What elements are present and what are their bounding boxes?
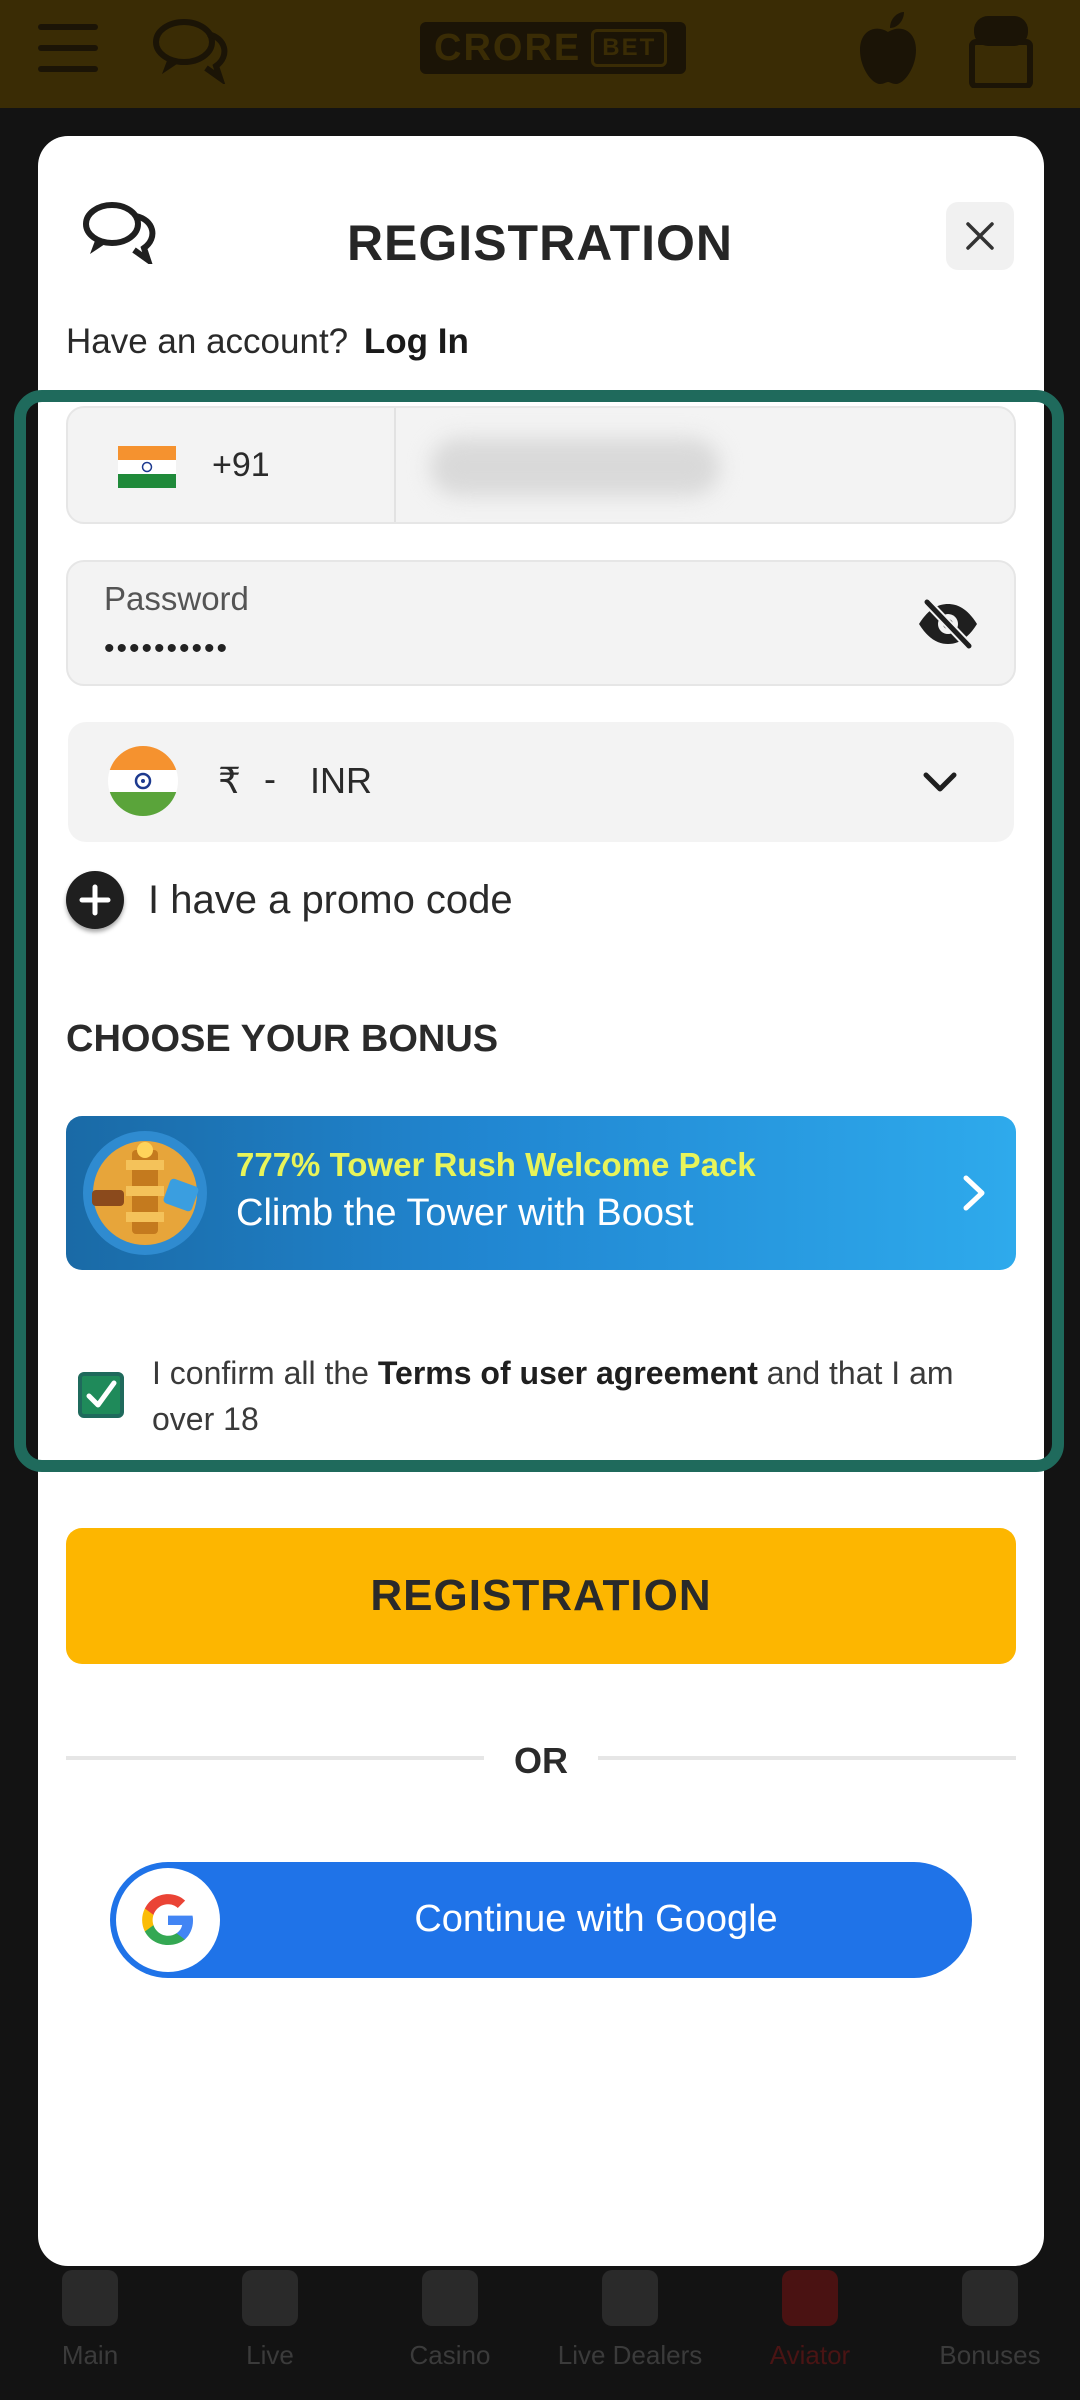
bonus-subtitle: Climb the Tower with Boost (236, 1192, 694, 1234)
currency-separator: - (264, 758, 276, 799)
promo-code-label: I have a promo code (148, 877, 513, 922)
page: CRORE BET Main Live Casino Live Dealers … (0, 0, 1080, 2400)
modal-title: REGISTRATION (346, 215, 734, 271)
phone-field: +91 (66, 406, 1016, 524)
nav-item-live[interactable]: Live (190, 2260, 350, 2371)
bonus-heading: CHOOSE YOUR BONUS (66, 1018, 499, 1060)
phone-divider (394, 408, 396, 522)
nav-item-aviator[interactable]: Aviator (730, 2260, 890, 2371)
currency-symbol: ₹ (218, 760, 241, 801)
live-icon (242, 2270, 298, 2326)
currency-select[interactable]: ₹ - INR (68, 722, 1014, 842)
plus-icon (66, 871, 124, 929)
menu-icon[interactable] (38, 24, 98, 72)
close-button[interactable] (946, 202, 1014, 270)
bonus-title: 777% Tower Rush Welcome Pack (236, 1146, 756, 1183)
india-flag-icon[interactable] (118, 446, 176, 488)
india-flag-icon (108, 746, 178, 816)
terms-prefix: I confirm all the (152, 1355, 378, 1391)
nav-label: Live (246, 2340, 294, 2370)
logo-tag: BET (591, 29, 668, 67)
checkmark-icon (86, 1380, 117, 1408)
toggle-password-visibility-button[interactable] (908, 592, 988, 656)
currency-code: INR (310, 760, 372, 801)
bottom-nav: Main Live Casino Live Dealers Aviator Bo… (0, 2260, 1080, 2400)
phone-input[interactable] (428, 432, 732, 498)
plane-icon (782, 2270, 838, 2326)
android-icon[interactable] (966, 12, 1036, 89)
nav-item-live-dealers[interactable]: Live Dealers (550, 2260, 710, 2371)
nav-label: Casino (409, 2340, 491, 2370)
terms-checkbox[interactable] (78, 1372, 124, 1418)
gift-icon (962, 2270, 1018, 2326)
divider-right (598, 1756, 1016, 1760)
eye-off-icon (919, 598, 977, 650)
apple-icon[interactable] (856, 10, 920, 86)
google-button-label: Continue with Google (414, 1898, 778, 1940)
nav-item-bonuses[interactable]: Bonuses (910, 2260, 1070, 2371)
promo-code-toggle[interactable]: I have a promo code (66, 870, 513, 930)
password-field: Password (66, 560, 1016, 686)
google-signin-button[interactable]: Continue with Google (110, 1862, 972, 1978)
casino-icon (422, 2270, 478, 2326)
nav-item-casino[interactable]: Casino (370, 2260, 530, 2371)
logo-text: CRORE (434, 26, 582, 69)
dial-code[interactable]: +91 (212, 446, 270, 485)
nav-label: Main (61, 2340, 119, 2370)
grid-icon (62, 2270, 118, 2326)
bonus-card[interactable]: 777% Tower Rush Welcome Pack Climb the T… (66, 1116, 1016, 1270)
top-bar: CRORE BET (0, 0, 1080, 108)
account-prompt-text: Have an account? (66, 322, 349, 361)
dealer-icon (602, 2270, 658, 2326)
password-input[interactable] (104, 624, 804, 674)
account-prompt-row: Have an account? Log In (66, 322, 469, 362)
or-separator: OR (514, 1740, 568, 1781)
nav-label: Live Dealers (557, 2340, 703, 2370)
nav-label: Bonuses (939, 2340, 1041, 2370)
chevron-right-icon (963, 1175, 985, 1211)
nav-label: Aviator (769, 2340, 851, 2370)
terms-link[interactable]: Terms of user agreement (378, 1355, 758, 1391)
brand-logo[interactable]: CRORE BET (420, 22, 686, 74)
chevron-down-icon (923, 772, 957, 792)
terms-text: I confirm all the Terms of user agreemen… (152, 1350, 1012, 1442)
chat-icon[interactable] (150, 14, 230, 86)
close-icon (966, 222, 994, 250)
registration-submit-button[interactable]: REGISTRATION (66, 1528, 1016, 1664)
nav-item-main[interactable]: Main (10, 2260, 170, 2371)
divider-left (66, 1756, 484, 1760)
tower-rush-art-icon (83, 1131, 207, 1255)
login-link[interactable]: Log In (364, 322, 469, 361)
password-label: Password (104, 580, 249, 617)
google-logo-circle (116, 1868, 220, 1972)
google-logo-icon (142, 1894, 193, 1945)
